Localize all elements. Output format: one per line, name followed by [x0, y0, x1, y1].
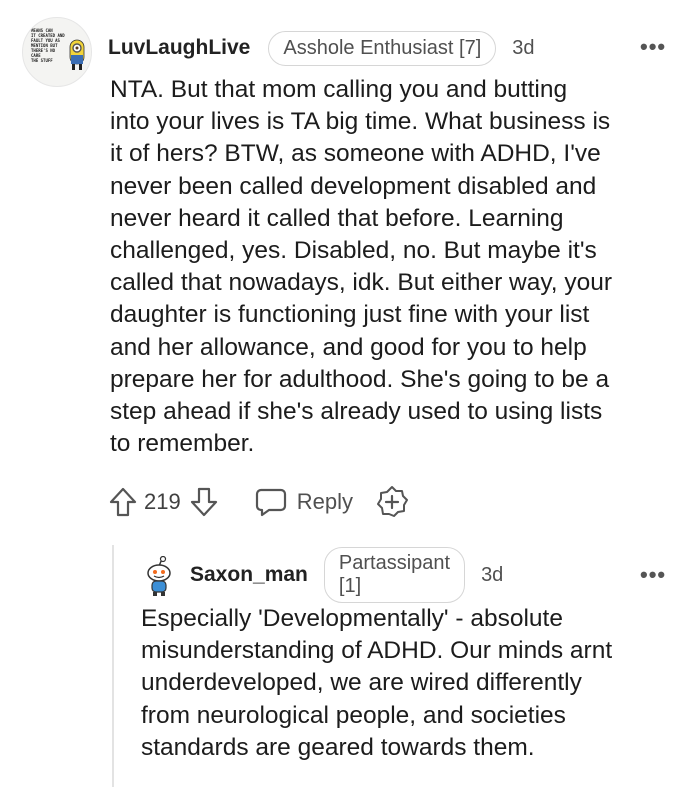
comment-line: it of hers? BTW, as someone with ADHD, I… — [110, 140, 601, 168]
vote-score: 219 — [144, 489, 181, 514]
comment-line: challenged, yes. Disabled, no. But maybe… — [110, 237, 597, 265]
comment-body: NTA. But that mom calling you and buttin… — [110, 74, 680, 460]
snoo-avatar-icon — [147, 555, 171, 596]
more-options-button[interactable]: ••• — [640, 562, 666, 588]
comment-line: into your lives is TA big time. What bus… — [110, 108, 611, 136]
reply-label: Reply — [296, 489, 353, 514]
comment-age: 3d — [512, 36, 535, 59]
comment-line: from neurological people, and societies — [141, 701, 566, 729]
avatar-text: MEANS CAN IT CREATED AND FAULT YOU AS ME… — [31, 28, 65, 63]
reply-body: Especially 'Developmentally' - absolute … — [141, 603, 686, 764]
avatar[interactable]: MEANS CAN IT CREATED AND FAULT YOU AS ME… — [22, 17, 92, 87]
reply-button[interactable]: Reply — [255, 487, 353, 517]
comment-line: Especially 'Developmentally' - absolute — [141, 605, 563, 632]
comment-actions: 219 Reply — [108, 484, 409, 520]
comment-line: step ahead if she's already used to usin… — [110, 398, 603, 426]
reply-icon — [255, 488, 286, 517]
avatar[interactable] — [142, 555, 176, 596]
username[interactable]: Saxon_man — [190, 563, 308, 587]
comment-header: LuvLaughLive Asshole Enthusiast [7] 3d — [108, 30, 535, 66]
user-flair: Partassipant [1] — [323, 547, 466, 603]
username[interactable]: LuvLaughLive — [108, 36, 250, 60]
comment-line: underdeveloped, we are wired differently — [141, 669, 582, 697]
minion-icon — [69, 39, 85, 70]
more-icon: ••• — [640, 34, 667, 59]
more-options-button[interactable]: ••• — [640, 34, 666, 60]
comment-line: called that nowadays, idk. But either wa… — [110, 269, 613, 297]
user-flair: Asshole Enthusiast [7] — [268, 30, 497, 66]
award-button[interactable] — [375, 485, 409, 519]
upvote-icon — [109, 487, 137, 517]
downvote-icon — [190, 487, 217, 517]
upvote-button[interactable] — [108, 486, 138, 518]
downvote-button[interactable] — [189, 486, 219, 518]
award-icon — [376, 486, 408, 517]
comment-line: never been called development disabled a… — [110, 172, 597, 200]
thread-line[interactable] — [112, 545, 114, 787]
more-icon: ••• — [640, 562, 667, 587]
comment-line: never heard it called that before. Learn… — [110, 204, 564, 232]
comment-age: 3d — [481, 563, 504, 586]
comment-line: and her allowance, and good for you to h… — [110, 333, 587, 361]
comment-line: misunderstanding of ADHD. Our minds arnt — [141, 637, 613, 665]
comment-line: standards are geared towards them. — [141, 733, 535, 761]
reply-header: Saxon_man Partassipant [1] 3d — [190, 547, 504, 603]
comment-line: prepare her for adulthood. She's going t… — [110, 365, 610, 393]
comment-line: NTA. But that mom calling you and buttin… — [110, 76, 568, 103]
comment-line: to remember. — [110, 430, 255, 458]
comment-line: daughter is functioning just fine with y… — [110, 301, 590, 329]
